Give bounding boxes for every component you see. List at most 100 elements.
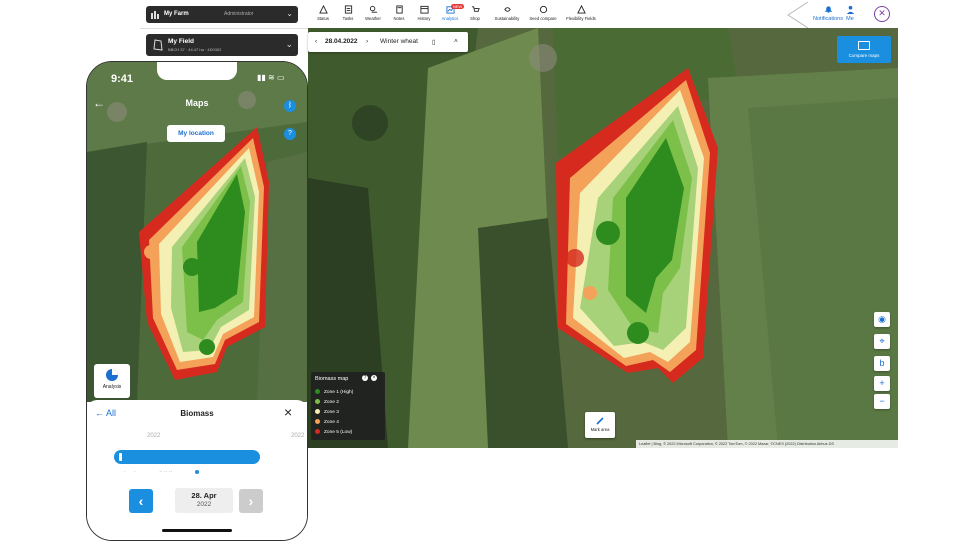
pencil-icon xyxy=(596,417,604,425)
phone-title: Maps xyxy=(185,98,209,108)
chevron-down-icon: ⌄ xyxy=(286,9,293,18)
my-location-button[interactable]: My location xyxy=(167,125,225,142)
bell-icon xyxy=(824,6,832,13)
legend-row: Zone 2 xyxy=(315,399,339,406)
home-indicator xyxy=(162,529,232,532)
me-button[interactable]: Me xyxy=(838,5,862,22)
selected-date: 28. Apr 2022 xyxy=(175,488,233,513)
collapse-wedge-icon[interactable] xyxy=(786,2,808,28)
legend-label: Zone 1 (High) xyxy=(324,389,354,395)
compare-maps-label: Compare maps xyxy=(848,53,880,58)
nav-status-label: Status xyxy=(317,16,329,21)
phone-map[interactable] xyxy=(87,62,307,402)
nav-weather-label: Weather xyxy=(365,16,381,21)
user-icon xyxy=(846,5,854,14)
compare-icon xyxy=(858,41,870,50)
minus-icon: − xyxy=(879,396,885,406)
next-date-icon[interactable]: › xyxy=(366,38,368,45)
close-icon[interactable]: × xyxy=(284,404,292,420)
nav-tasks-label: Tasks xyxy=(342,16,354,21)
brand-logo-icon[interactable]: ✕ xyxy=(874,6,890,22)
legend-row: Zone 1 (High) xyxy=(315,389,353,396)
legend-title: Biomass map xyxy=(315,376,349,382)
zoom-out-button[interactable]: − xyxy=(874,394,890,409)
zone-swatch xyxy=(315,389,320,394)
timeline-slider[interactable] xyxy=(114,450,260,464)
legend-row: Zone 5 (Low) xyxy=(315,429,352,436)
nav-tasks[interactable]: Tasks xyxy=(335,4,361,26)
bluetooth-icon[interactable]: ᛒ xyxy=(284,100,296,112)
next-date-button[interactable]: › xyxy=(239,489,263,513)
locate-button[interactable]: ⌖ xyxy=(874,334,890,349)
nav-notes[interactable]: Notes xyxy=(386,4,412,26)
status-time: 9:41 xyxy=(111,73,134,85)
nav-seed-compare[interactable]: Seed compare xyxy=(526,4,560,26)
tasks-icon xyxy=(344,5,352,14)
legend-row: Zone 3 xyxy=(315,409,339,416)
bing-icon: b xyxy=(879,358,885,368)
layers-button[interactable]: ◉ xyxy=(874,312,890,327)
zone-swatch xyxy=(315,399,320,404)
map-imagery xyxy=(308,28,898,448)
plus-icon: + xyxy=(879,378,885,388)
crop-value[interactable]: Winter wheat xyxy=(380,38,418,45)
previous-date-button[interactable]: ‹ xyxy=(129,489,153,513)
sustainability-icon xyxy=(503,7,511,12)
timeline-ticks: · · ·· ·· ·· xyxy=(124,469,173,475)
layers-icon: ◉ xyxy=(878,314,886,324)
phone-notch xyxy=(157,62,237,80)
compare-maps-button[interactable]: Compare maps xyxy=(837,36,891,63)
timeline-handle[interactable] xyxy=(119,453,122,461)
zone-swatch xyxy=(315,409,320,414)
field-selector[interactable]: My Field BBCH 37 · 44.47 ha · 4D0302 ⌄ xyxy=(146,34,298,56)
pie-chart-icon xyxy=(106,369,118,381)
legend-label: Zone 2 xyxy=(324,399,339,405)
legend-label: Zone 3 xyxy=(324,409,339,415)
field-name: My Field xyxy=(168,38,195,45)
prev-date-icon[interactable]: ‹ xyxy=(315,38,317,45)
help-icon[interactable]: ? xyxy=(284,128,296,140)
date-value[interactable]: 28.04.2022 xyxy=(325,38,358,45)
nav-history[interactable]: History xyxy=(411,4,437,26)
sheet-title: Biomass xyxy=(180,409,214,418)
nav-history-label: History xyxy=(417,16,431,21)
close-icon[interactable]: × xyxy=(371,375,377,381)
satellite-map[interactable] xyxy=(308,28,898,448)
locate-icon: ⌖ xyxy=(879,336,885,346)
date-crop-toolbar: ‹ 28.04.2022 › Winter wheat ▯ ˄ xyxy=(308,32,468,52)
nav-analytics-label: Analytics xyxy=(441,16,459,21)
biomass-legend: Biomass map ? × Zone 1 (High) Zone 2 Zon… xyxy=(311,372,385,440)
help-icon[interactable]: ? xyxy=(362,375,368,381)
fields-icon xyxy=(576,5,586,14)
legend-label: Zone 5 (Low) xyxy=(324,429,353,435)
farm-selector[interactable]: My Farm Administrator ⌄ xyxy=(146,6,298,23)
analysis-button[interactable]: Analysis xyxy=(94,364,130,398)
nav-shop[interactable]: Shop xyxy=(462,4,488,26)
nav-shop-label: Shop xyxy=(470,16,480,21)
bing-button[interactable]: b xyxy=(874,356,890,371)
phone-mockup: 9:41 ▮▮ ≋ ▭ ← Maps ᛒ ? My location Analy… xyxy=(86,61,308,541)
mark-area-button[interactable]: Mark area xyxy=(585,412,615,438)
chevron-up-icon[interactable]: ˄ xyxy=(454,38,458,45)
nav-analytics[interactable]: NEW Analytics xyxy=(437,4,465,26)
mark-area-label: Mark area xyxy=(590,427,610,432)
chevron-down-icon: ⌄ xyxy=(285,39,293,49)
phone-map-imagery xyxy=(87,62,307,402)
nav-flexibility-fields-label: Flexibility Fields xyxy=(566,16,596,21)
info-icon[interactable]: ▯ xyxy=(432,38,436,46)
farm-role: Administrator xyxy=(224,11,254,17)
nav-status[interactable]: Status xyxy=(310,4,336,26)
field-subtitle: BBCH 37 · 44.47 ha · 4D0302 xyxy=(168,47,222,52)
seed-icon xyxy=(539,5,547,14)
nav-flexibility-fields[interactable]: Flexibility Fields xyxy=(564,4,598,26)
zone-swatch xyxy=(315,429,320,434)
nav-sustainability[interactable]: Sustainability xyxy=(492,4,522,26)
date-day: 28. Apr xyxy=(191,491,217,500)
zoom-in-button[interactable]: + xyxy=(874,376,890,391)
farm-name: My Farm xyxy=(164,11,189,17)
nav-weather[interactable]: Weather xyxy=(360,4,386,26)
weather-icon xyxy=(369,5,377,13)
zone-swatch xyxy=(315,419,320,424)
signal-wifi-battery-icon: ▮▮ ≋ ▭ xyxy=(257,73,285,82)
shop-icon xyxy=(471,6,480,12)
